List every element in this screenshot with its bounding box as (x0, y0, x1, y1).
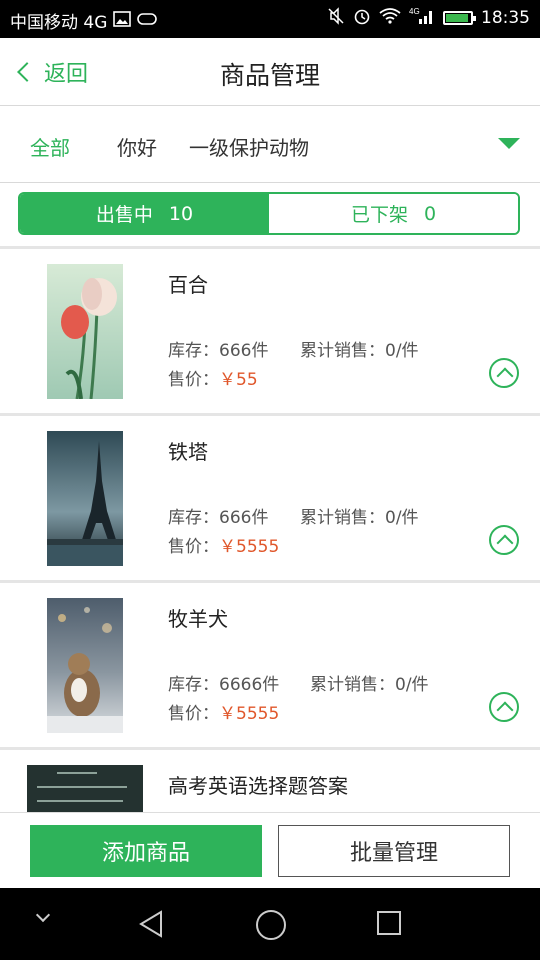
product-sales: 累计销售：0/件 (300, 508, 419, 528)
clock-time: 18:35 (481, 8, 530, 28)
product-price-row: 售价：￥55 (168, 365, 258, 390)
product-stock: 库存：666件 (168, 341, 269, 361)
dropdown-arrow-icon[interactable] (498, 138, 520, 149)
list-item[interactable]: 铁塔 库存：666件 累计销售：0/件 售价：￥5555 (0, 416, 540, 583)
nav-recents-icon[interactable] (377, 911, 401, 935)
list-item[interactable]: 牧羊犬 库存：6666件 累计销售：0/件 售价：￥5555 (0, 583, 540, 750)
tab-off-shelf-label: 已下架 (350, 204, 408, 226)
product-stock: 库存：6666件 (168, 675, 280, 695)
product-image-lily (47, 264, 123, 399)
list-item[interactable]: 高考英语选择题答案 (0, 750, 540, 815)
chevron-up-icon (496, 701, 514, 719)
add-product-button[interactable]: 添加商品 (30, 825, 262, 877)
tab-off-shelf-count: 0 (423, 202, 437, 225)
title-bar: 返回 商品管理 (0, 38, 540, 106)
bottom-action-bar: 添加商品 批量管理 (0, 812, 540, 889)
game-controller-icon (137, 11, 158, 30)
svg-text:4G: 4G (409, 7, 420, 16)
product-name: 百合 (168, 273, 208, 297)
product-name: 高考英语选择题答案 (168, 774, 348, 798)
category-filter-bar: 全部 你好 一级保护动物 (0, 106, 540, 183)
filter-all[interactable]: 全部 (30, 132, 70, 161)
hide-keyboard-icon[interactable] (35, 907, 51, 923)
filter-hello[interactable]: 你好 (117, 132, 157, 161)
mute-icon (327, 7, 345, 29)
battery-icon (443, 11, 476, 25)
price-label: 售价： (168, 704, 219, 724)
image-icon (113, 10, 132, 31)
price-value: ￥5555 (219, 704, 280, 724)
product-sales: 累计销售：0/件 (310, 675, 429, 695)
price-label: 售价： (168, 537, 219, 557)
product-image-dog (47, 598, 123, 733)
status-segment-control: 出售中 10 已下架 0 (18, 192, 520, 235)
alarm-icon (353, 7, 371, 29)
system-nav-bar (0, 888, 540, 960)
filter-protected-animals[interactable]: 一级保护动物 (189, 132, 309, 161)
tab-off-shelf[interactable]: 已下架 0 (269, 194, 518, 233)
product-price-row: 售价：￥5555 (168, 532, 279, 557)
expand-up-button[interactable] (489, 692, 519, 722)
wifi-icon (379, 8, 401, 28)
carrier-label: 中国移动 4G (10, 13, 108, 33)
nav-back-icon[interactable] (138, 910, 164, 942)
product-list: 百合 库存：666件 累计销售：0/件 售价：￥55 铁塔 库存：666件 累计… (0, 246, 540, 815)
tab-on-sale-count: 10 (168, 202, 194, 225)
chevron-up-icon (496, 534, 514, 552)
page-title: 商品管理 (219, 61, 320, 90)
product-image-blackboard (27, 765, 143, 815)
product-image-tower (47, 431, 123, 566)
product-name: 铁塔 (168, 440, 208, 464)
product-price-row: 售价：￥5555 (168, 699, 279, 724)
price-value: ￥5555 (219, 537, 280, 557)
signal-icon: 4G (409, 7, 435, 29)
chevron-up-icon (496, 367, 514, 385)
product-name: 牧羊犬 (168, 607, 228, 631)
list-item[interactable]: 百合 库存：666件 累计销售：0/件 售价：￥55 (0, 249, 540, 416)
tab-on-sale[interactable]: 出售中 10 (20, 194, 269, 233)
expand-up-button[interactable] (489, 358, 519, 388)
tab-on-sale-label: 出售中 (95, 204, 153, 226)
batch-manage-button[interactable]: 批量管理 (278, 825, 510, 877)
product-stock: 库存：666件 (168, 508, 269, 528)
price-value: ￥55 (219, 370, 258, 390)
nav-home-icon[interactable] (256, 910, 286, 940)
product-sales: 累计销售：0/件 (300, 341, 419, 361)
price-label: 售价： (168, 370, 219, 390)
status-bar: 中国移动 4G 4G 18:35 (0, 0, 540, 38)
expand-up-button[interactable] (489, 525, 519, 555)
